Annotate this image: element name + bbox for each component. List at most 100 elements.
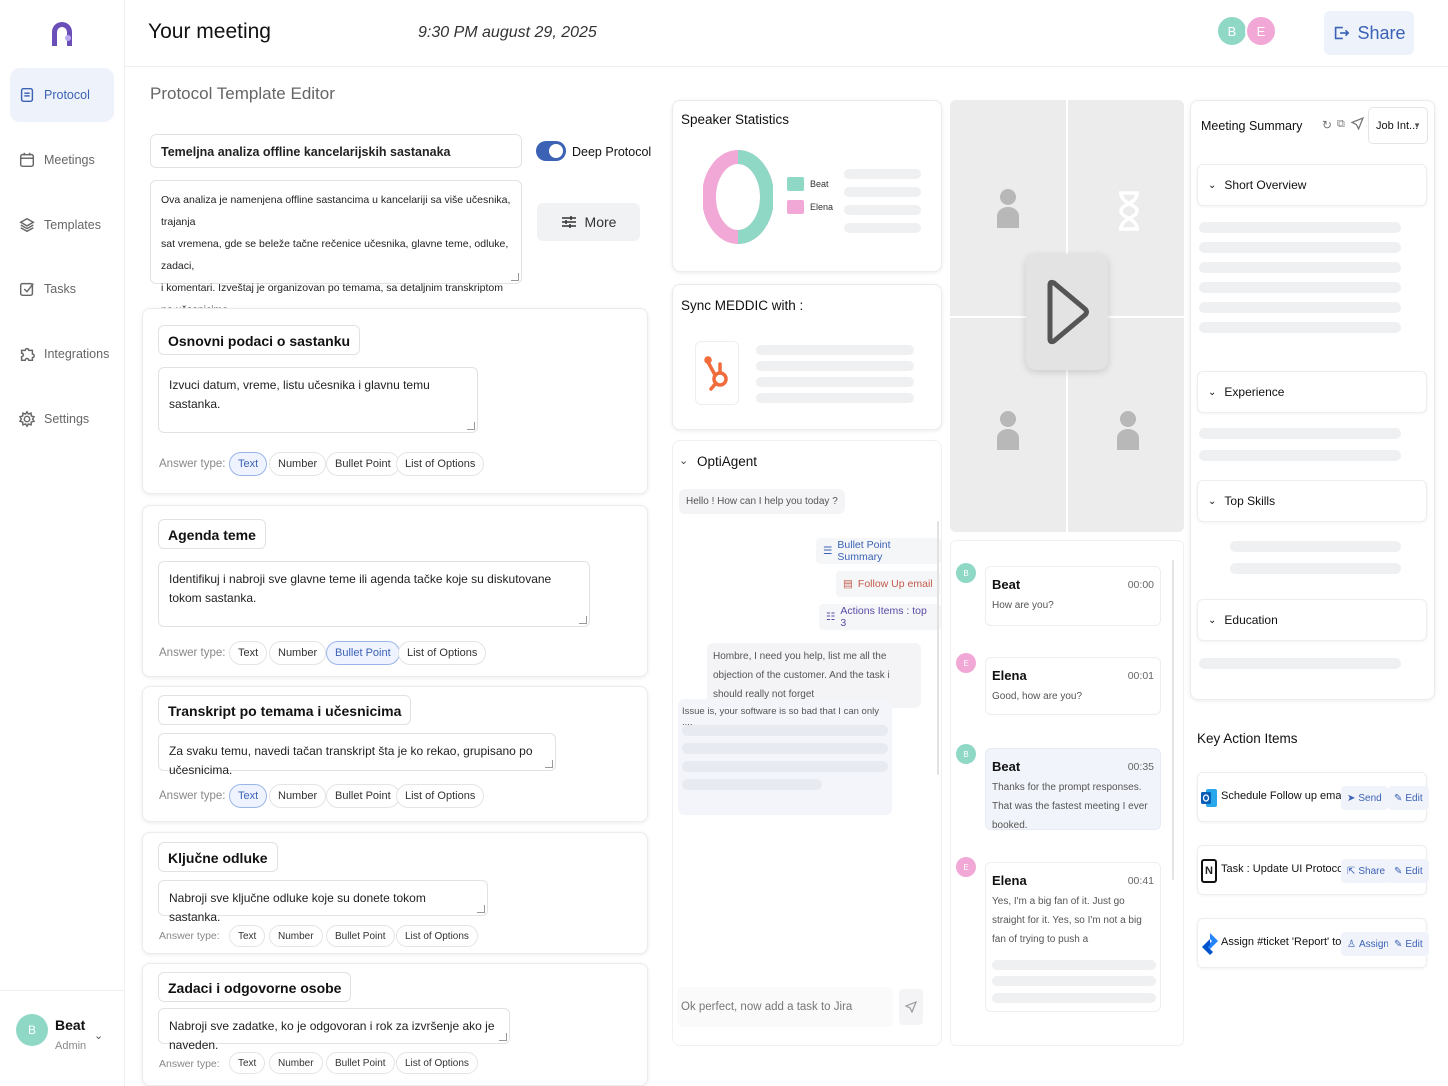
transcript-scrollbar[interactable] xyxy=(1172,560,1174,880)
answer-type-list-of-options[interactable]: List of Options xyxy=(396,784,485,808)
participant-avatar[interactable]: E xyxy=(1245,15,1277,47)
answer-type-text[interactable]: Text xyxy=(229,452,268,476)
template-description-input[interactable]: Ova analiza je namenjena offline sastanc… xyxy=(150,180,522,316)
summary-section-short-overview[interactable]: ⌄ Short Overview xyxy=(1197,164,1427,206)
section-prompt-input[interactable]: Identifikuj i nabroji sve glavne teme il… xyxy=(158,561,590,627)
user-profile[interactable]: B Beat Admin ⌄ xyxy=(10,1005,120,1065)
section-title[interactable]: Transkript po temama i učesnicima xyxy=(158,695,412,725)
answer-type-text[interactable]: Text xyxy=(229,784,268,808)
answer-type-bullet-point[interactable]: Bullet Point xyxy=(326,641,400,665)
sidebar-item-settings[interactable]: Settings xyxy=(10,392,114,446)
section-prompt-input[interactable]: Nabroji sve zadatke, ko je odgovoran i r… xyxy=(158,1008,510,1052)
section-prompt-input[interactable]: Izvuci datum, vreme, listu učesnika i gl… xyxy=(158,367,478,433)
sidebar-item-meetings[interactable]: Meetings xyxy=(10,133,114,187)
deep-protocol-toggle[interactable] xyxy=(536,141,566,161)
more-button[interactable]: More xyxy=(537,203,640,241)
chip-bullet-point-summary[interactable]: ☰ Bullet Point Summary xyxy=(816,538,941,564)
section-title[interactable]: Zadaci i odgovorne osobe xyxy=(158,972,352,1002)
section-title[interactable]: Agenda teme xyxy=(158,519,266,549)
section-prompt-input[interactable]: Za svaku temu, navedi tačan transkript š… xyxy=(158,733,556,777)
section-title[interactable]: Osnovni podaci o sastanku xyxy=(158,325,361,355)
assign-action-button[interactable]: ♙ Assign xyxy=(1341,932,1395,956)
sidebar-item-tasks[interactable]: Tasks xyxy=(10,262,114,316)
legend-label: Elena xyxy=(810,202,834,212)
chip-follow-up-email[interactable]: ▤ Follow Up email xyxy=(836,571,940,597)
answer-type-bullet-point[interactable]: Bullet Point xyxy=(326,452,400,476)
template-name-input[interactable]: Temeljna analiza offline kancelarijskih … xyxy=(150,134,522,168)
sidebar-item-templates[interactable]: Templates xyxy=(10,198,114,252)
summary-section-top-skills[interactable]: ⌄ Top Skills xyxy=(1197,480,1427,522)
play-button[interactable] xyxy=(1026,254,1108,370)
hubspot-icon[interactable] xyxy=(695,341,739,405)
answer-type-text[interactable]: Text xyxy=(229,1052,266,1074)
summary-section-experience[interactable]: ⌄ Experience xyxy=(1197,371,1427,413)
summary-section-education[interactable]: ⌄ Education xyxy=(1197,599,1427,641)
edit-action-button[interactable]: ✎ Edit xyxy=(1388,859,1429,883)
chevron-down-icon: ⌄ xyxy=(1208,614,1217,626)
chip-label: Bullet Point Summary xyxy=(837,539,891,563)
edit-action-button[interactable]: ✎ Edit xyxy=(1388,786,1429,810)
sidebar-item-integrations[interactable]: Integrations xyxy=(10,327,114,381)
chevron-down-icon[interactable]: ⌄ xyxy=(94,1029,103,1042)
answer-type-label: Answer type: xyxy=(159,930,220,942)
section-label: Short Overview xyxy=(1224,178,1307,192)
avatar: B xyxy=(956,744,976,764)
answer-type-number[interactable]: Number xyxy=(269,784,327,808)
button-label: Share xyxy=(1358,865,1386,877)
editor-title: Protocol Template Editor xyxy=(150,84,335,103)
answer-type-bullet-point[interactable]: Bullet Point xyxy=(326,784,400,808)
chevron-down-icon: ⌄ xyxy=(1208,386,1217,398)
answer-type-list-of-options[interactable]: List of Options xyxy=(396,1052,478,1074)
answer-type-number[interactable]: Number xyxy=(269,641,327,665)
layers-icon xyxy=(19,217,35,233)
button-label: Edit xyxy=(1405,792,1423,804)
share-button[interactable]: Share xyxy=(1324,11,1414,55)
section-title[interactable]: Ključne odluke xyxy=(158,842,278,872)
description-line: Ova analiza je namenjena offline sastanc… xyxy=(161,194,511,229)
chat-scrollbar[interactable] xyxy=(937,521,939,775)
section-prompt-input[interactable]: Nabroji sve ključne odluke koje su donet… xyxy=(158,880,488,924)
description-line: sat vremena, gde se beleže tačne rečenic… xyxy=(161,238,509,273)
answer-type-list-of-options[interactable]: List of Options xyxy=(396,925,478,947)
agent-message-input[interactable]: Ok perfect, now add a task to Jira xyxy=(677,987,893,1027)
action-item: Assign #ticket 'Report' to Jim ♙ Assign ✎… xyxy=(1197,918,1429,968)
refresh-icon[interactable]: ↻ xyxy=(1322,118,1332,132)
puzzle-icon xyxy=(20,347,35,362)
answer-type-text[interactable]: Text xyxy=(229,641,268,665)
summary-type-dropdown[interactable]: Job Int... ▼ xyxy=(1368,107,1428,144)
copy-icon[interactable]: ⧉ xyxy=(1337,118,1345,131)
send-button[interactable] xyxy=(899,989,923,1025)
key-action-items-title: Key Action Items xyxy=(1197,731,1298,746)
answer-type-list-of-options[interactable]: List of Options xyxy=(396,452,485,476)
sidebar-item-protocol[interactable]: Protocol xyxy=(10,68,114,122)
chip-actions-items[interactable]: ☷ Actions Items : top 3 xyxy=(819,604,941,630)
button-label: Send xyxy=(1358,792,1382,804)
share-action-button[interactable]: ⇱ Share xyxy=(1341,859,1392,883)
more-label: More xyxy=(584,214,617,230)
answer-type-number[interactable]: Number xyxy=(269,1052,323,1074)
sidebar-item-label: Integrations xyxy=(44,347,110,361)
sidebar: Protocol Meetings Templates Tasks Integr… xyxy=(0,0,125,1086)
chevron-down-icon[interactable]: ⌄ xyxy=(679,454,688,467)
pencil-icon: ✎ xyxy=(1394,792,1403,804)
send-icon xyxy=(905,1001,917,1013)
participant-avatar[interactable]: B xyxy=(1216,15,1248,47)
send-icon[interactable] xyxy=(1350,116,1365,135)
agent-reply: Issue is, your software is so bad that I… xyxy=(678,699,892,815)
answer-type-bullet-point[interactable]: Bullet Point xyxy=(326,925,395,947)
answer-type-list-of-options[interactable]: List of Options xyxy=(398,641,487,665)
answer-type-bullet-point[interactable]: Bullet Point xyxy=(326,1052,395,1074)
edit-action-button[interactable]: ✎ Edit xyxy=(1388,932,1429,956)
answer-type-text[interactable]: Text xyxy=(229,925,266,947)
section-prompt: Identifikuj i nabroji sve glavne teme il… xyxy=(169,572,552,605)
answer-type-number[interactable]: Number xyxy=(269,925,323,947)
speaker-statistics-card: Speaker Statistics Beat Elena xyxy=(672,100,942,272)
button-label: Assign xyxy=(1358,938,1389,950)
chevron-down-icon: ⌄ xyxy=(1208,179,1217,191)
entry-text: Thanks for the prompt responses. That wa… xyxy=(992,782,1148,831)
legend-swatch xyxy=(787,177,804,191)
transcript-entry: Beat 00:00 How are you? xyxy=(985,566,1161,626)
calendar-icon xyxy=(19,152,35,168)
answer-type-number[interactable]: Number xyxy=(269,452,327,476)
send-action-button[interactable]: ➤ Send xyxy=(1341,786,1388,810)
